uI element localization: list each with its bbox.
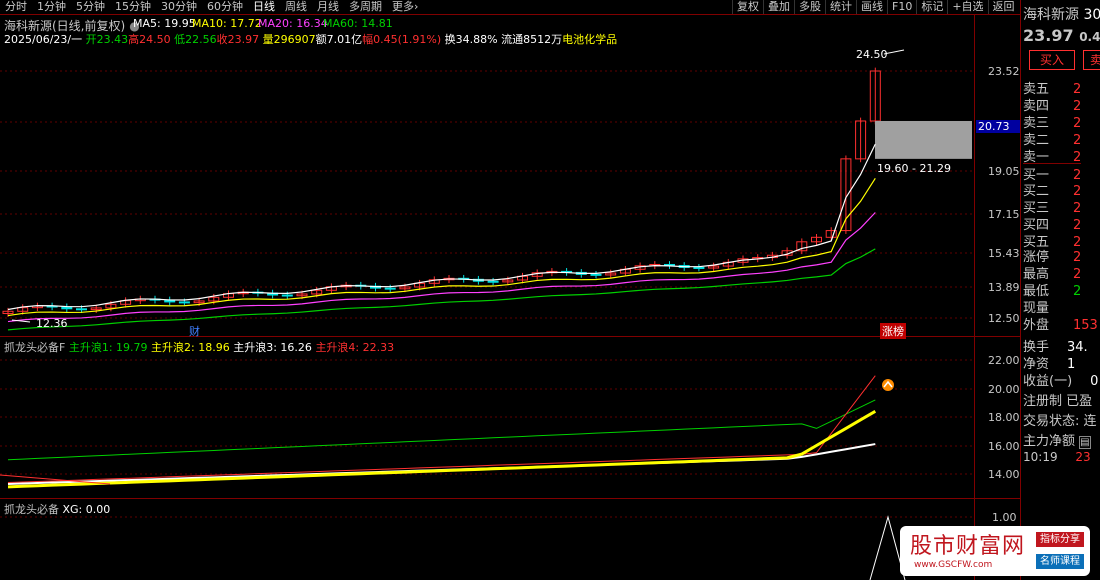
zhangbang-marker[interactable]: 涨榜: [880, 323, 906, 339]
quote-panel: 海科新源 30 23.97 0.45 买入 卖 卖五2卖四2卖三2卖二2卖一2买…: [1020, 0, 1100, 580]
info-sector: 电池化学品: [562, 33, 618, 46]
series-1-label: 主升浪1: 19.79: [68, 341, 148, 354]
time-row: 10:19 23: [1023, 450, 1091, 464]
ma60-label: MA60: 14.81: [323, 17, 393, 30]
price-info-line: 2025/06/23/一 开23.43高24.50 低22.56收23.97 量…: [4, 31, 617, 47]
info-volume: 量296907: [262, 33, 316, 46]
sub1-y-tick: 16.00: [988, 440, 1020, 453]
sub2-title: 抓龙头必备 XG: 0.00: [4, 503, 111, 516]
info-change: 幅0.45(1.91%): [362, 33, 442, 46]
sub2-y-tick: 1.00: [992, 511, 1017, 524]
stat2-row: 收益(一) 0: [1023, 374, 1099, 389]
candle-body: [487, 280, 499, 283]
ma5-label: MA5: 19.95: [133, 17, 196, 30]
candle-body: [693, 266, 705, 269]
sub1-plot: [0, 375, 894, 489]
buy-button[interactable]: 买入: [1029, 50, 1075, 70]
reg-status: 注册制 已盈: [1023, 394, 1093, 409]
series-2-label: 主升浪2: 18.96: [151, 341, 230, 354]
ma10-label: MA10: 17.72: [192, 17, 262, 30]
sub1-y-tick: 14.00: [988, 468, 1020, 481]
y-tick: 17.15: [988, 208, 1020, 221]
price-range-box: [875, 120, 972, 159]
sub1-y-tick: 22.00: [988, 354, 1020, 367]
trade-status: 交易状态: 连: [1023, 414, 1097, 429]
candle-body: [281, 294, 293, 297]
y-tick: 23.52: [988, 65, 1020, 78]
high-price-label: 24.50: [856, 48, 888, 61]
candle-body: [590, 273, 602, 276]
main-flow[interactable]: 主力净额 ▤: [1023, 430, 1091, 449]
main-plot: [2, 49, 972, 331]
sell-button[interactable]: 卖: [1083, 50, 1100, 70]
info-low: 低22.56: [174, 33, 217, 46]
y-tick-current: 20.73: [976, 120, 1022, 133]
y-tick: 19.05: [988, 165, 1020, 178]
candle-body: [178, 301, 190, 304]
y-tick: 12.50: [988, 312, 1020, 325]
sub1-title: 抓龙头必备F 主升浪1: 19.79 主升浪2: 18.96 主升浪3: 16.…: [4, 341, 395, 354]
grid-lines: [0, 70, 974, 518]
info-float: 流通8512万: [501, 33, 563, 46]
finance-marker[interactable]: 财: [189, 323, 200, 339]
sub1-y-tick: 20.00: [988, 383, 1020, 396]
sub1-y-tick: 18.00: [988, 411, 1020, 424]
ma20-label: MA20: 16.34: [258, 17, 328, 30]
watermark-logo: 股市财富网 www.GSCFW.com 指标分享 名师课程: [900, 526, 1090, 576]
series-2-line: [7, 410, 877, 489]
series-3-label: 主升浪3: 16.26: [233, 341, 312, 354]
low-price-label: 12.36: [36, 317, 68, 330]
series-1-line: [7, 399, 876, 461]
ma5-line: [7, 143, 876, 311]
series-4-label: 主升浪4: 22.33: [315, 341, 395, 354]
info-turnover: 换34.88%: [444, 33, 498, 46]
ma10-line: [7, 177, 876, 317]
info-close: 收23.97: [216, 33, 260, 46]
chart-area[interactable]: [0, 0, 1020, 580]
xg-label: XG: 0.00: [62, 503, 111, 516]
series-4-line: [7, 375, 876, 484]
candle-body: [384, 287, 396, 290]
y-tick: 13.89: [988, 281, 1020, 294]
stock-name: 海科新源 30: [1023, 7, 1100, 23]
info-open: 开23.43: [85, 33, 129, 46]
stat-row: 外盘 153: [1023, 318, 1098, 333]
info-high: 高24.50: [128, 33, 171, 46]
range-label: 19.60 - 21.29: [877, 162, 951, 175]
info-date: 2025/06/23/一: [4, 33, 83, 46]
y-tick: 15.43: [988, 247, 1020, 260]
current-price: 23.97 0.45: [1023, 26, 1100, 45]
info-amount: 额7.01亿: [315, 33, 363, 46]
candle-body: [76, 308, 87, 311]
